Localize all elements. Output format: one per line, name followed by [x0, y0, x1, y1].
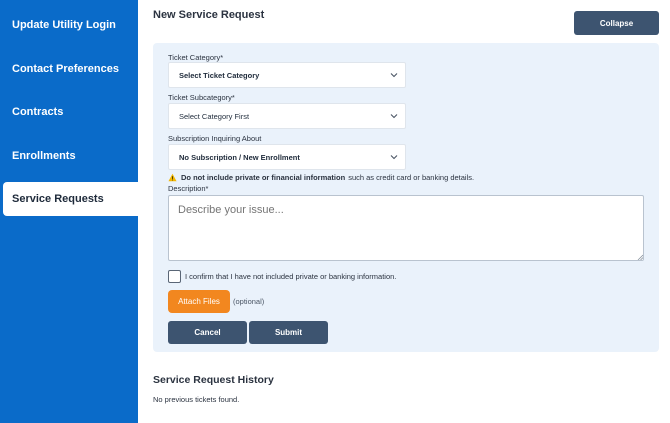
chevron-down-icon [390, 155, 398, 160]
ticket-subcategory-value: Select Category First [179, 111, 250, 121]
sidebar-item-update-utility-login[interactable]: Update Utility Login [0, 8, 138, 42]
main-content: New Service Request Collapse Ticket Cate… [138, 0, 670, 423]
chevron-down-icon [390, 114, 398, 119]
ticket-category-label: Ticket Category* [168, 53, 224, 62]
history-empty-text: No previous tickets found. [153, 395, 240, 404]
subscription-label: Subscription Inquiring About [168, 134, 262, 143]
description-label: Description* [168, 184, 209, 193]
cancel-button[interactable]: Cancel [168, 321, 247, 344]
sidebar-item-contact-preferences[interactable]: Contact Preferences [0, 52, 138, 86]
description-textarea[interactable] [168, 195, 644, 261]
sidebar: Update Utility Login Contact Preferences… [0, 0, 138, 423]
history-title: Service Request History [153, 374, 274, 386]
privacy-warning: Do not include private or financial info… [168, 173, 474, 182]
attach-files-button[interactable]: Attach Files [168, 290, 230, 313]
warning-text: such as credit card or banking details. [348, 173, 475, 182]
sidebar-item-service-requests[interactable]: Service Requests [3, 182, 138, 216]
ticket-category-value: Select Ticket Category [179, 70, 260, 80]
confirm-checkbox[interactable] [168, 270, 181, 283]
sidebar-item-label: Contact Preferences [12, 63, 119, 75]
ticket-category-select[interactable]: Select Ticket Category [168, 62, 406, 88]
warning-icon [168, 173, 177, 182]
sidebar-item-label: Contracts [12, 106, 64, 118]
new-request-form: Ticket Category* Select Ticket Category … [153, 43, 659, 352]
sidebar-item-enrollments[interactable]: Enrollments [0, 139, 138, 173]
sidebar-item-contracts[interactable]: Contracts [0, 95, 138, 129]
resize-grip-icon[interactable] [637, 254, 643, 260]
confirm-label: I confirm that I have not included priva… [185, 272, 397, 281]
sidebar-item-label: Service Requests [12, 193, 104, 205]
page-title: New Service Request [153, 9, 265, 21]
subscription-select[interactable]: No Subscription / New Enrollment [168, 144, 406, 170]
chevron-down-icon [390, 73, 398, 78]
collapse-button[interactable]: Collapse [574, 11, 659, 35]
ticket-subcategory-select[interactable]: Select Category First [168, 103, 406, 129]
attach-optional-label: (optional) [233, 297, 265, 306]
submit-button[interactable]: Submit [249, 321, 328, 344]
warning-bold-text: Do not include private or financial info… [181, 173, 346, 182]
sidebar-item-label: Enrollments [12, 150, 76, 162]
sidebar-item-label: Update Utility Login [12, 19, 116, 31]
subscription-value: No Subscription / New Enrollment [179, 152, 300, 162]
ticket-subcategory-label: Ticket Subcategory* [168, 93, 235, 102]
